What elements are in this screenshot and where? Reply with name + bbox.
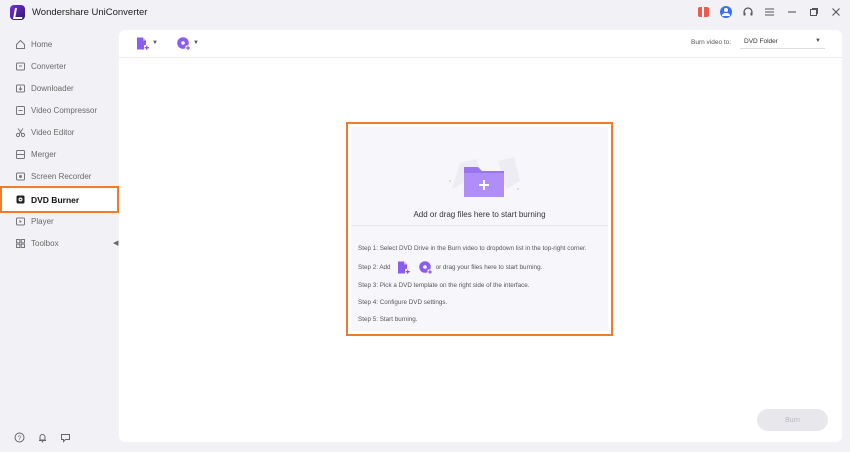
home-icon bbox=[16, 39, 25, 49]
step-2-row: Step 2: Add or drag your files here to s… bbox=[358, 260, 542, 275]
load-dvd-button[interactable]: ▼ bbox=[176, 35, 199, 51]
app-logo bbox=[10, 5, 25, 20]
sidebar-item-toolbox[interactable]: Toolbox bbox=[0, 232, 119, 254]
drop-zone-hint: Add or drag files here to start burning bbox=[413, 210, 546, 219]
sidebar-item-label: Video Compressor bbox=[31, 105, 98, 115]
sidebar-item-label: Video Editor bbox=[31, 127, 75, 137]
compress-icon bbox=[16, 105, 25, 115]
sidebar-item-label: DVD Burner bbox=[31, 194, 80, 205]
drop-zone[interactable]: Add or drag files here to start burning … bbox=[346, 122, 613, 336]
minimize-icon[interactable] bbox=[785, 5, 798, 18]
svg-text:?: ? bbox=[18, 435, 22, 442]
window-controls bbox=[697, 5, 842, 18]
sidebar-item-video-compressor[interactable]: Video Compressor bbox=[0, 99, 119, 121]
chevron-down-icon: ▼ bbox=[152, 40, 158, 46]
burn-target-dropdown[interactable]: DVD Folder ▼ bbox=[740, 36, 825, 49]
bell-icon[interactable] bbox=[37, 432, 48, 443]
add-file-icon[interactable] bbox=[396, 260, 411, 275]
step-4-text: Step 4: Configure DVD settings. bbox=[358, 299, 448, 306]
load-disc-icon bbox=[177, 36, 191, 50]
downloader-icon bbox=[16, 84, 25, 92]
sidebar-item-label: Converter bbox=[31, 61, 67, 71]
burn-video-to-label: Burn video to: bbox=[691, 39, 732, 46]
burn-button[interactable]: Burn bbox=[757, 409, 828, 431]
sidebar-item-label: Merger bbox=[31, 149, 57, 159]
converter-icon bbox=[16, 62, 25, 70]
title-bar: Wondershare UniConverter bbox=[0, 0, 850, 26]
step-2-prefix: Step 2: Add bbox=[358, 264, 391, 271]
menu-icon[interactable] bbox=[763, 5, 776, 18]
sidebar-item-player[interactable]: Player bbox=[0, 210, 119, 232]
add-folder-icon bbox=[448, 157, 520, 197]
add-files-button[interactable]: ▼ bbox=[135, 35, 158, 51]
toolbar: ▼ ▼ Burn video to: DVD Folder ▼ bbox=[119, 30, 842, 58]
scissors-icon bbox=[15, 127, 26, 137]
sidebar-item-screen-recorder[interactable]: Screen Recorder bbox=[0, 165, 119, 187]
sidebar-item-dvd-burner[interactable]: DVD Burner bbox=[0, 186, 119, 213]
sidebar-footer: ? bbox=[14, 432, 71, 443]
sidebar-item-label: Toolbox bbox=[31, 238, 59, 248]
recorder-icon bbox=[16, 172, 25, 180]
maximize-icon[interactable] bbox=[807, 5, 820, 18]
chevron-down-icon: ▼ bbox=[815, 38, 821, 44]
sidebar-item-label: Player bbox=[31, 216, 54, 226]
sidebar-item-label: Downloader bbox=[31, 83, 74, 93]
dvd-icon bbox=[16, 195, 25, 204]
add-file-icon bbox=[137, 37, 150, 50]
step-2-suffix: or drag your files here to start burning… bbox=[435, 264, 543, 271]
burn-target-value: DVD Folder bbox=[744, 38, 778, 45]
collapse-sidebar-icon[interactable]: ◀ bbox=[113, 239, 118, 247]
chevron-down-icon: ▼ bbox=[193, 40, 199, 46]
toolbox-icon bbox=[16, 238, 25, 248]
step-3-text: Step 3: Pick a DVD template on the right… bbox=[358, 282, 530, 289]
player-icon bbox=[16, 217, 25, 225]
gift-icon[interactable] bbox=[697, 5, 710, 18]
sidebar-item-downloader[interactable]: Downloader bbox=[0, 77, 119, 99]
sidebar-item-label: Home bbox=[31, 39, 53, 49]
step-1-text: Step 1: Select DVD Drive in the Burn vid… bbox=[358, 245, 587, 252]
close-icon[interactable] bbox=[829, 5, 842, 18]
drop-zone-inner: Add or drag files here to start burning … bbox=[351, 127, 608, 331]
sidebar-item-merger[interactable]: Merger bbox=[0, 143, 119, 165]
sidebar-item-home[interactable]: Home bbox=[0, 33, 119, 55]
feedback-icon[interactable] bbox=[60, 432, 71, 443]
sidebar: Home Converter Downloader Video Compress… bbox=[0, 30, 119, 452]
divider bbox=[351, 225, 608, 226]
headset-icon[interactable] bbox=[741, 5, 754, 18]
merge-icon bbox=[16, 149, 25, 159]
account-icon[interactable] bbox=[719, 5, 732, 18]
sidebar-item-video-editor[interactable]: Video Editor bbox=[0, 121, 119, 143]
app-title: Wondershare UniConverter bbox=[32, 7, 148, 18]
step-5-text: Step 5: Start burning. bbox=[358, 316, 418, 323]
load-disc-icon[interactable] bbox=[418, 260, 433, 275]
sidebar-item-converter[interactable]: Converter bbox=[0, 55, 119, 77]
help-icon[interactable]: ? bbox=[14, 432, 25, 443]
sidebar-item-label: Screen Recorder bbox=[31, 171, 92, 181]
